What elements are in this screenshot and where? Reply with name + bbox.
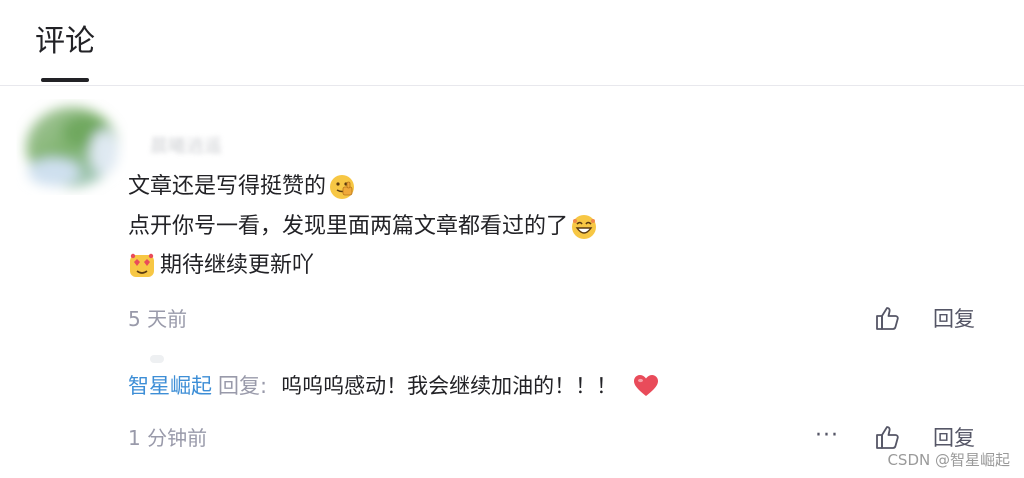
reply-author-link[interactable]: 智星崛起 <box>128 372 212 400</box>
reply-timestamp: 1 分钟前 <box>128 426 208 450</box>
reply-button[interactable]: 回复 <box>933 305 975 333</box>
thumb-up-face-emoji-icon <box>328 173 356 201</box>
reply-word-label: 回复 <box>218 374 260 398</box>
tab-comments[interactable]: 评论 <box>35 24 95 60</box>
grinning-face-emoji-icon <box>570 213 598 241</box>
avatar[interactable] <box>14 92 130 208</box>
tab-active-indicator <box>41 78 89 82</box>
reply-text: 呜呜呜感动！我会继续加油的！！！ <box>281 374 618 398</box>
comment-timestamp: 5 天前 <box>128 307 188 331</box>
heart-eyes-face-emoji-icon <box>128 252 156 280</box>
comment-line-1: 文章还是写得挺赞的 <box>128 172 358 202</box>
comment-text-1: 文章还是写得挺赞的 <box>128 174 327 199</box>
comment-line-2: 点开你号一看，发现里面两篇文章都看过的了 <box>128 212 600 242</box>
csdn-watermark: CSDN @智星崛起 <box>887 451 1010 469</box>
thumb-up-outline-icon[interactable] <box>873 304 901 332</box>
reply-colon: : <box>260 374 268 398</box>
comment-username[interactable]: 晨曦逍遥 <box>150 132 222 158</box>
reply-thread-marker <box>150 355 164 363</box>
comment-text-3: 期待继续更新吖 <box>160 253 315 278</box>
more-options-icon[interactable]: ··· <box>815 424 839 448</box>
comment-tab-bar: 评论 <box>0 0 1024 86</box>
thumb-up-outline-icon[interactable] <box>873 423 901 451</box>
comment-line-3: 期待继续更新吖 <box>128 251 314 281</box>
red-heart-emoji-icon <box>633 374 659 398</box>
comment-text-2: 点开你号一看，发现里面两篇文章都看过的了 <box>128 214 569 239</box>
reply-button[interactable]: 回复 <box>933 424 975 452</box>
reply-comment: 智星崛起 回复 : 呜呜呜感动！我会继续加油的！！！ <box>128 372 659 400</box>
